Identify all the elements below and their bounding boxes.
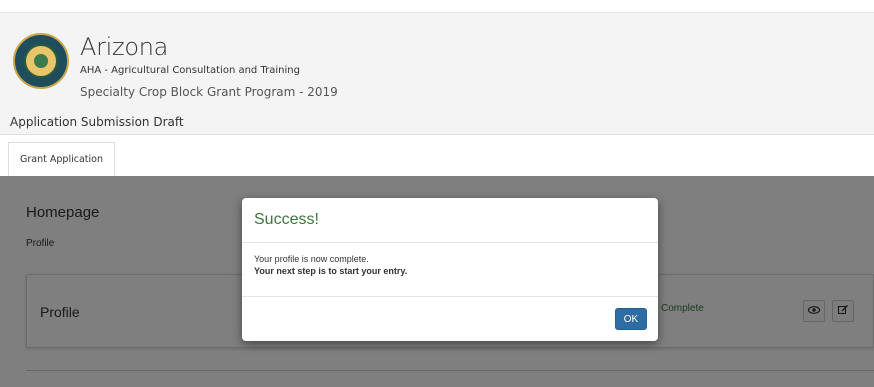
program-name: Specialty Crop Block Grant Program - 201…: [80, 85, 338, 99]
page-header: Arizona AHA - Agricultural Consultation …: [0, 12, 874, 109]
organization-name: AHA - Agricultural Consultation and Trai…: [80, 65, 300, 76]
tab-grant-application[interactable]: Grant Application: [8, 142, 115, 176]
tab-bar: Grant Application: [0, 135, 874, 176]
submission-status-label: Application Submission Draft: [10, 115, 184, 129]
dialog-header: Success!: [242, 198, 658, 243]
ok-button[interactable]: OK: [615, 308, 647, 330]
submission-bar: Application Submission Draft: [0, 108, 874, 135]
dialog-title: Success!: [254, 211, 319, 228]
success-dialog: Success! Your profile is now complete. Y…: [242, 198, 658, 341]
dialog-next-step: Your next step is to start your entry.: [254, 266, 408, 276]
dialog-footer: OK: [242, 296, 658, 341]
top-strip: [0, 0, 874, 12]
dialog-message: Your profile is now complete.: [254, 254, 369, 264]
dialog-body: Your profile is now complete. Your next …: [254, 254, 646, 276]
state-seal-icon: [13, 33, 69, 89]
state-title: Arizona: [80, 33, 169, 61]
